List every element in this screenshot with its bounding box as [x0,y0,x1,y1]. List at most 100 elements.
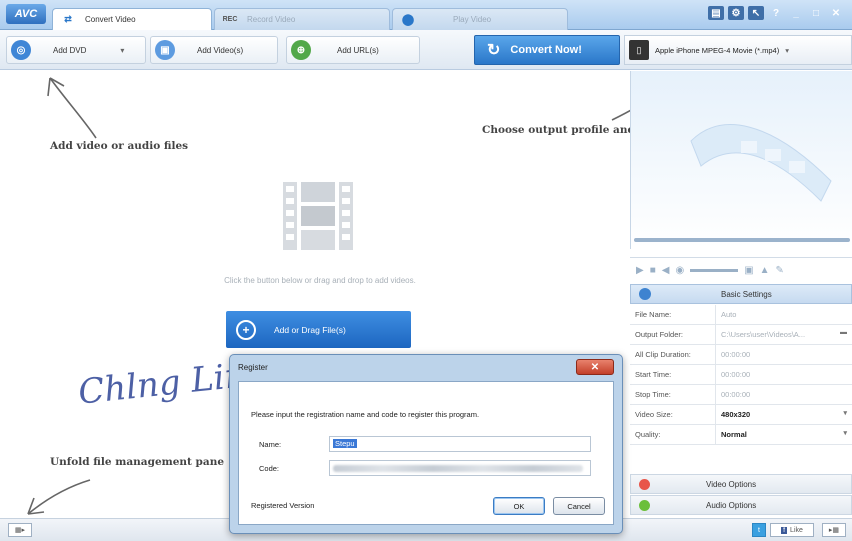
video-preview [630,71,852,249]
plus-icon: + [236,319,256,340]
minimize-button[interactable]: _ [788,6,804,20]
snapshot-icon[interactable]: ▣ [744,265,753,276]
film-reel-icon [690,124,832,202]
settings-row-file-name: File Name: Auto [630,305,852,325]
add-videos-label: Add Video(s) [197,45,244,55]
add-videos-button[interactable]: ▣ Add Video(s) [150,36,278,64]
chevron-down-icon[interactable]: ▾ [120,46,124,55]
tab-label: Convert Video [85,15,136,24]
profile-label: Apple iPhone MPEG-4 Movie (*.mp4) [655,45,780,55]
prev-icon[interactable]: ◀ [662,265,670,276]
volume-icon[interactable]: ◉ [675,265,684,276]
close-button[interactable]: ✕ [828,6,844,20]
app-logo: AVC [6,4,46,24]
play-icon: ⬤ [401,14,415,26]
facebook-icon: f [781,526,788,534]
video-size-value: 480x320 [721,410,751,419]
add-dvd-label: Add DVD [53,45,87,55]
stop-time-field[interactable]: 00:00:00 [716,385,852,404]
dvd-icon: ◎ [11,40,31,60]
register-dialog: Register ✕ Please input the registration… [229,354,623,534]
audio-options-icon [639,499,650,511]
facebook-like-button[interactable]: f Like [770,523,814,537]
dialog-title: Register [238,363,268,372]
settings-row-output-folder: Output Folder: C:\Users\user\Videos\A...… [630,325,852,345]
add-dvd-button[interactable]: ◎ Add DVD ▾ [6,36,146,64]
video-options-label: Video Options [706,479,757,489]
quality-select[interactable]: Normal ▾ [716,425,852,444]
settings-row-start-time: Start Time: 00:00:00 [630,365,852,385]
quality-value: Normal [721,430,747,439]
maximize-button[interactable]: □ [808,6,824,20]
toolbar: ◎ Add DVD ▾ ▣ Add Video(s) ⊕ Add URL(s) … [0,30,852,70]
output-folder-field[interactable]: C:\Users\user\Videos\A... ▬ [716,325,852,344]
title-bar: AVC ⇄ Convert Video REC Record Video ⬤ P… [0,0,852,30]
tab-play-video[interactable]: ⬤ Play Video [392,8,568,30]
add-button-label: Add or Drag File(s) [274,324,346,335]
setting-key: Output Folder: [630,325,716,344]
player-controls: ▶ ■ ◀ ◉ ▣ ▲ ✎ [630,257,852,283]
settings-row-video-size: Video Size: 480x320 ▾ [630,405,852,425]
code-input[interactable] [329,460,591,476]
volume-slider[interactable] [690,269,739,272]
audio-options-header[interactable]: Audio Options [630,495,852,515]
tab-record-video[interactable]: REC Record Video [214,8,390,30]
add-url-button[interactable]: ⊕ Add URL(s) [286,36,420,64]
help-icon[interactable]: ? [768,6,784,20]
output-folder-value: C:\Users\user\Videos\A... [721,330,806,339]
tab-label: Record Video [247,15,296,24]
audio-options-label: Audio Options [706,500,757,510]
add-video-icon: ▣ [155,40,175,60]
crop-icon[interactable]: ✎ [776,265,784,276]
chevron-down-icon: ▾ [843,430,847,437]
stop-icon[interactable]: ■ [650,265,656,276]
ok-button[interactable]: OK [493,497,545,515]
drop-hint: Click the button below or drag and drop … [224,276,416,285]
annotation-add-files: Add video or audio files [50,140,189,152]
window-controls: ▤ ⚙ ↖ ? _ □ ✕ [708,6,844,20]
play-icon[interactable]: ▶ [636,265,644,276]
name-input[interactable]: Stepu [329,436,591,452]
seek-slider[interactable] [634,238,850,242]
basic-settings-header[interactable]: Basic Settings [630,284,852,304]
unfold-panel-right-button[interactable]: ▸▦ [822,523,846,537]
settings-row-duration: All Clip Duration: 00:00:00 [630,345,852,365]
chevron-down-icon: ▾ [843,410,847,417]
name-label: Name: [259,440,282,449]
refresh-icon: ↻ [487,42,501,59]
info-icon[interactable]: ↖ [748,6,764,20]
setting-key: Video Size: [630,405,716,424]
folder-icon[interactable]: ▬ [840,329,847,336]
dialog-close-button[interactable]: ✕ [576,359,614,375]
arrow-icon [27,479,91,515]
tab-convert-video[interactable]: ⇄ Convert Video [52,8,212,30]
name-value: Stepu [333,439,357,448]
video-size-select[interactable]: 480x320 ▾ [716,405,852,424]
code-value-redacted [333,465,583,472]
twitter-icon[interactable]: t [752,523,766,537]
unfold-pane-button[interactable]: ▦▸ [8,523,32,537]
folder-icon[interactable]: ▲ [760,265,770,276]
start-time-field[interactable]: 00:00:00 [716,365,852,384]
settings-title: Basic Settings [721,289,772,299]
video-options-header[interactable]: Video Options [630,474,852,494]
annotation-unfold: Unfold file management pane [50,456,225,468]
record-icon: REC [222,16,238,23]
tab-label: Play Video [453,15,492,24]
gear-icon[interactable]: ⚙ [728,6,744,20]
setting-key: Stop Time: [630,385,716,404]
setting-key: File Name: [630,305,716,324]
arrow-icon [47,77,97,139]
setting-key: All Clip Duration: [630,345,716,364]
output-profile-select[interactable]: ▯ Apple iPhone MPEG-4 Movie (*.mp4) ▾ [624,35,852,65]
cancel-button[interactable]: Cancel [553,497,605,515]
add-or-drag-files-button[interactable]: + Add or Drag File(s) [226,311,411,348]
settings-row-quality: Quality: Normal ▾ [630,425,852,445]
convert-icon: ⇄ [64,14,72,24]
convert-now-button[interactable]: ↻ Convert Now! [474,35,620,65]
setting-key: Quality: [630,425,716,444]
skin-icon[interactable]: ▤ [708,6,724,20]
collapse-icon [639,288,651,300]
file-name-field[interactable]: Auto [716,305,852,324]
chevron-down-icon[interactable]: ▾ [785,46,789,55]
